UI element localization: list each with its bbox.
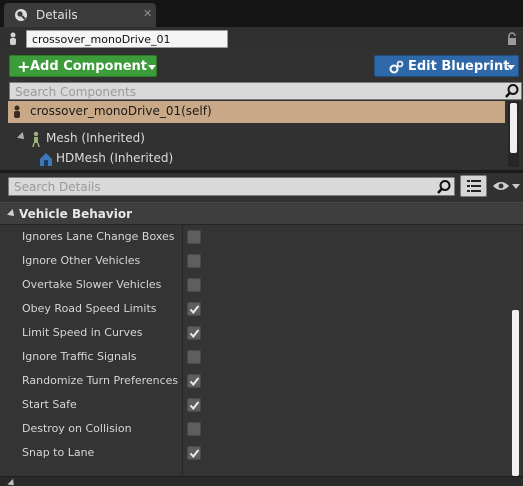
chevron-down-icon[interactable] [512,184,520,189]
component-scrollbar[interactable] [508,101,519,167]
property-row: Randomize Turn Preferences [0,369,510,393]
checkmark-icon [189,449,200,459]
property-checkbox[interactable] [187,374,201,388]
add-component-label: Add Component [30,59,147,74]
scrollbar-thumb[interactable] [512,310,519,476]
property-row: Destroy on Collision [0,417,510,441]
scrollbar-thumb[interactable] [510,103,517,153]
checkmark-icon [189,401,200,411]
property-checkbox[interactable] [187,350,201,364]
category-vehicle-behavior[interactable]: Vehicle Behavior [0,202,523,225]
component-root-self[interactable]: crossover_monoDrive_01(self) [8,101,505,123]
plus-icon: + [17,57,31,76]
property-checkbox[interactable] [187,254,201,268]
checkmark-icon [189,305,200,315]
property-row: Ignores Lane Change Boxes [0,225,510,249]
component-search-placeholder: Search Components [15,85,136,99]
property-row: Snap to Lane [0,441,510,465]
actor-name-field[interactable]: crossover_monoDrive_01 [26,30,228,48]
component-label: Mesh (Inherited) [46,131,145,145]
tab-title: Details [36,8,78,22]
edit-blueprint-button[interactable]: Edit Blueprint [374,55,519,77]
property-checkbox[interactable] [187,326,201,340]
skeletal-mesh-icon [32,131,40,147]
property-label: Ignore Other Vehicles [22,254,141,267]
property-checkbox[interactable] [187,278,201,292]
edit-blueprint-label: Edit Blueprint [408,59,510,74]
property-checkbox[interactable] [187,446,201,460]
component-search-input[interactable]: Search Components [9,82,522,100]
tab-details[interactable]: Details ✕ [4,3,156,27]
actor-pawn-icon [14,105,20,118]
details-scrollbar[interactable] [510,225,521,476]
property-label: Snap to Lane [22,446,95,459]
property-row: Ignore Other Vehicles [0,249,510,273]
checkmark-icon [189,377,200,387]
details-magnifier-icon [15,9,27,21]
checkmark-icon [189,329,200,339]
property-list: Ignores Lane Change Boxes Ignore Other Ve… [0,225,523,476]
column-divider[interactable] [182,225,183,476]
gear-icon [389,60,404,74]
property-label: Start Safe [22,398,77,411]
property-label: Destroy on Collision [22,422,132,435]
category-label: Vehicle Behavior [19,207,132,221]
property-row: Ignore Traffic Signals [0,345,510,369]
property-label: Limit Speed in Curves [22,326,143,339]
details-search-placeholder: Search Details [14,180,101,194]
property-row: Start Safe [0,393,510,417]
mesh-house-icon [40,153,52,166]
chevron-down-icon [507,65,515,70]
property-matrix-button[interactable] [460,175,487,197]
next-category-header[interactable] [0,476,523,486]
property-label: Obey Road Speed Limits [22,302,157,315]
add-component-button[interactable]: + Add Component [9,55,157,77]
component-label: HDMesh (Inherited) [56,151,174,165]
property-row: Limit Speed in Curves [0,321,510,345]
close-tab-icon[interactable]: ✕ [143,7,152,20]
eye-icon[interactable] [492,180,510,192]
search-icon [505,84,519,98]
property-row: Overtake Slower Vehicles [0,273,510,297]
panel-splitter[interactable] [0,170,523,173]
search-icon [437,180,451,194]
property-row: Obey Road Speed Limits [0,297,510,321]
collapse-arrow-icon[interactable] [7,209,17,219]
property-checkbox[interactable] [187,230,201,244]
chevron-down-icon [148,65,156,70]
property-label: Ignore Traffic Signals [22,350,137,363]
property-checkbox[interactable] [187,302,201,316]
property-label: Randomize Turn Preferences [22,374,179,387]
property-checkbox[interactable] [187,398,201,412]
actor-pawn-icon [10,32,16,45]
actor-name-row: crossover_monoDrive_01 [0,27,523,52]
property-label: Overtake Slower Vehicles [22,278,162,291]
component-root-label: crossover_monoDrive_01(self) [30,104,212,118]
property-checkbox[interactable] [187,422,201,436]
lock-icon[interactable] [506,32,518,46]
property-label: Ignores Lane Change Boxes [22,230,175,243]
list-view-icon [467,180,481,192]
details-search-input[interactable]: Search Details [8,177,455,196]
tab-bar: Details ✕ [0,0,523,27]
